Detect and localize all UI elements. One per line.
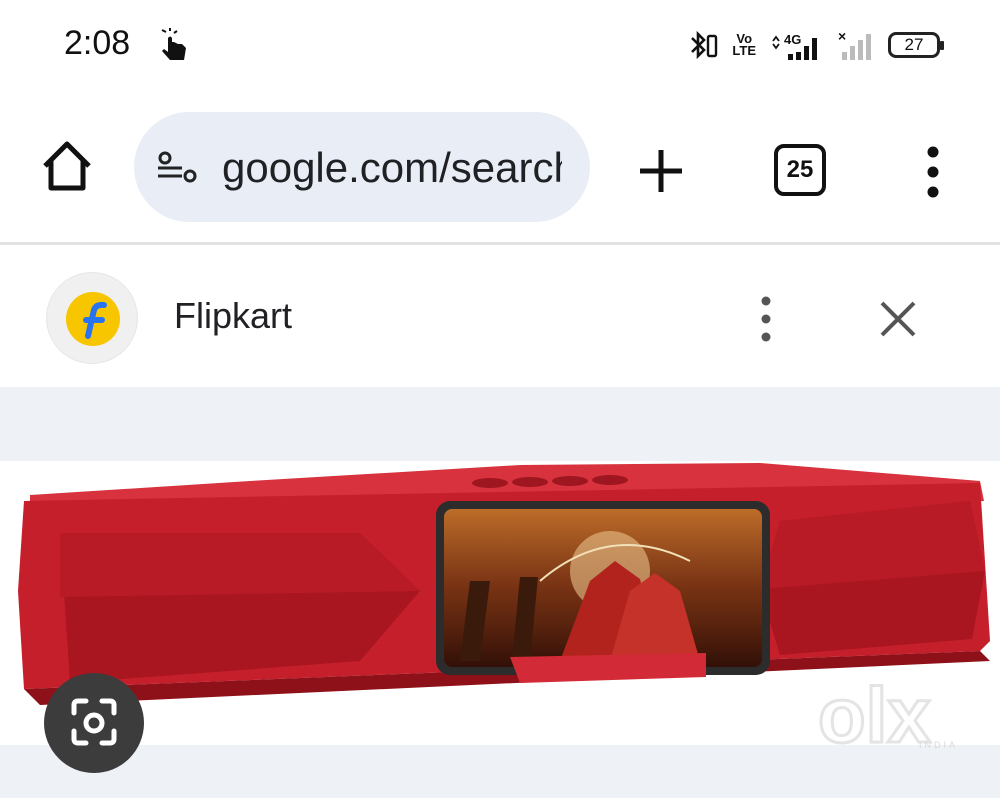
address-bar[interactable]: google.com/search [134, 112, 590, 222]
tune-icon[interactable] [156, 150, 200, 186]
watermark-subtext: INDIA [919, 740, 959, 750]
flipkart-logo-icon [66, 292, 120, 346]
source-name[interactable]: Flipkart [174, 295, 292, 337]
lens-button[interactable] [44, 673, 144, 773]
no-signal-icon: × [838, 28, 871, 60]
image-top-padding [0, 387, 1000, 461]
more-vert-icon[interactable] [752, 295, 780, 343]
svg-text:×: × [838, 28, 846, 44]
home-icon[interactable] [40, 138, 94, 194]
bluetooth-icon [691, 30, 718, 60]
more-vert-icon[interactable] [918, 142, 948, 202]
status-icons: Vo LTE 4G × 27 [688, 28, 944, 62]
signal-sim1: 4G [770, 28, 822, 62]
close-icon[interactable] [876, 297, 920, 341]
tab-switcher-button[interactable]: 25 [774, 144, 826, 196]
plus-icon[interactable] [634, 144, 688, 198]
url-text[interactable]: google.com/search [222, 144, 562, 192]
touch-gesture-icon [161, 28, 186, 60]
status-bar: 2:08 Vo LTE 4G × 27 [0, 0, 1000, 90]
image-source-header: Flipkart [0, 245, 1000, 387]
source-logo[interactable] [46, 272, 138, 364]
status-time: 2:08 [64, 24, 131, 62]
browser-toolbar: google.com/search 25 [0, 108, 1000, 226]
battery-icon: 27 [888, 32, 944, 58]
signal-icon: 4G [772, 32, 817, 60]
volte-indicator: Vo LTE [732, 31, 756, 58]
lens-icon [71, 698, 117, 746]
signal-sim2: × [836, 28, 874, 62]
network-type: 4G [784, 32, 801, 47]
svg-text:olx: olx [818, 674, 931, 754]
